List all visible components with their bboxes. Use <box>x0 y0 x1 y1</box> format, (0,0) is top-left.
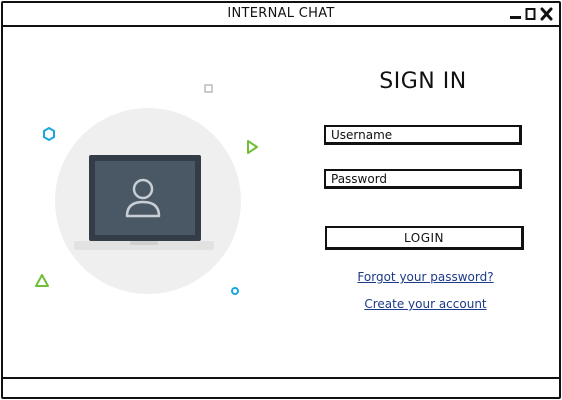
password-input[interactable] <box>324 169 522 189</box>
app-window: INTERNAL CHAT SIGN IN Username LOGIN For… <box>1 1 561 399</box>
laptop-user-icon <box>74 155 214 250</box>
create-account-link[interactable]: Create your account <box>333 297 518 311</box>
square-decoration-icon <box>204 84 213 93</box>
hexagon-decoration-icon <box>43 126 55 142</box>
triangle-decoration-icon <box>35 274 49 287</box>
status-bar <box>3 377 559 397</box>
illustration <box>35 84 258 295</box>
forgot-password-link[interactable]: Forgot your password? <box>333 270 518 284</box>
login-button[interactable]: LOGIN <box>325 226 524 250</box>
signin-heading: SIGN IN <box>379 69 467 94</box>
play-triangle-decoration-icon <box>247 140 258 154</box>
circle-decoration-icon <box>231 287 239 295</box>
username-input[interactable] <box>324 125 522 145</box>
